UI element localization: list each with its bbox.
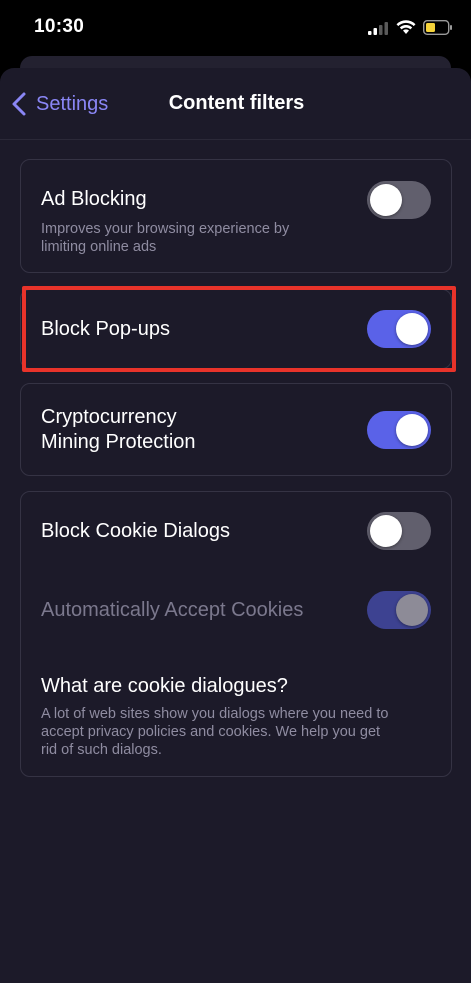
- crypto-mining-title-line2: Mining Protection: [41, 431, 196, 453]
- content-filters-sheet: Settings Content filters Ad Blocking Imp…: [0, 68, 471, 983]
- block-popups-toggle[interactable]: [367, 310, 431, 348]
- ad-blocking-toggle[interactable]: [367, 181, 431, 219]
- crypto-mining-title-line1: Cryptocurrency: [41, 406, 177, 428]
- status-bar: 10:30: [0, 0, 471, 56]
- toggle-knob: [396, 414, 428, 446]
- toggle-knob: [370, 184, 402, 216]
- status-time: 10:30: [34, 16, 85, 37]
- page-title: Content filters: [168, 92, 305, 114]
- toggle-knob: [396, 594, 428, 626]
- ad-blocking-description-line2: limiting online ads: [41, 239, 157, 255]
- block-popups-title: Block Pop-ups: [41, 318, 170, 340]
- crypto-mining-card: Cryptocurrency Mining Protection: [20, 383, 452, 476]
- toggle-knob: [370, 515, 402, 547]
- block-popups-card: Block Pop-ups: [20, 289, 452, 369]
- cookie-info-heading: What are cookie dialogues?: [41, 675, 288, 697]
- cookie-dialogs-card: Block Cookie Dialogs Automatically Accep…: [20, 491, 452, 777]
- ad-blocking-description-line1: Improves your browsing experience by: [41, 221, 290, 237]
- block-cookie-dialogs-toggle[interactable]: [367, 512, 431, 550]
- crypto-mining-toggle[interactable]: [367, 411, 431, 449]
- cookie-info-line1: A lot of web sites show you dialogs wher…: [41, 706, 389, 722]
- ad-blocking-card: Ad Blocking Improves your browsing exper…: [20, 159, 452, 273]
- cookie-info-line3: rid of such dialogs.: [41, 742, 162, 758]
- battery-icon: [423, 20, 452, 35]
- wifi-icon: [396, 20, 416, 34]
- ad-blocking-title: Ad Blocking: [41, 188, 147, 210]
- toggle-knob: [396, 313, 428, 345]
- cookie-info-line2: accept privacy policies and cookies. We …: [41, 724, 381, 740]
- auto-accept-cookies-toggle[interactable]: [367, 591, 431, 629]
- navigation-bar: Settings Content filters: [0, 68, 471, 140]
- block-cookie-dialogs-title: Block Cookie Dialogs: [41, 520, 230, 542]
- signal-icon: [368, 22, 388, 35]
- auto-accept-cookies-title: Automatically Accept Cookies: [41, 599, 304, 621]
